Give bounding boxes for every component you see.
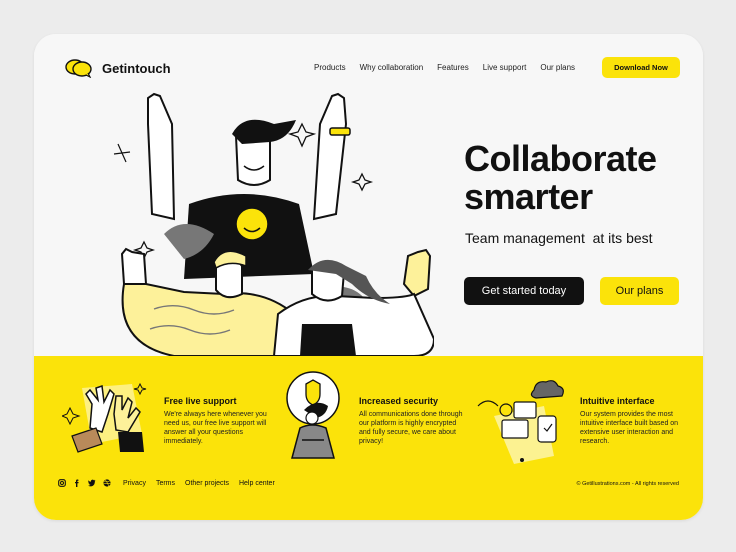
our-plans-button[interactable]: Our plans [600, 277, 679, 305]
dribbble-icon[interactable] [103, 479, 111, 487]
brand-name: Getintouch [102, 60, 171, 76]
nav-live-support[interactable]: Live support [483, 63, 527, 72]
hero-headline-line1: Collaborate [464, 138, 657, 179]
get-started-button[interactable]: Get started today [464, 277, 584, 305]
download-now-button[interactable]: Download Now [602, 57, 680, 78]
feature-live-support-description: We're always here whenever you need us, … [164, 411, 267, 445]
nav-why-collaboration[interactable]: Why collaboration [360, 63, 424, 72]
feature-interface-title: Intuitive interface [580, 396, 655, 406]
copyright-text: © Getillustrations.com - All rights rese… [576, 481, 679, 487]
footer-link-privacy[interactable]: Privacy [123, 480, 146, 487]
twitter-icon[interactable] [88, 479, 96, 487]
landing-page-card: Getintouch Products Why collaboration Fe… [34, 34, 703, 520]
nav-products[interactable]: Products [314, 63, 346, 72]
footer-links: Privacy Terms Other projects Help center [58, 479, 285, 487]
hero-headline: Collaborate smarter [464, 140, 657, 216]
feature-live-support-title: Free live support [164, 396, 237, 406]
feature-security-title: Increased security [359, 396, 439, 406]
facebook-icon[interactable] [73, 479, 81, 487]
nav-features[interactable]: Features [437, 63, 469, 72]
interface-illustration [477, 380, 564, 464]
feature-security-description: All communications done through our plat… [359, 411, 463, 445]
brand-logo[interactable]: Getintouch [64, 58, 171, 78]
team-celebration-illustration [113, 92, 434, 356]
footer-link-other-projects[interactable]: Other projects [185, 480, 229, 487]
nav-our-plans[interactable]: Our plans [540, 63, 575, 72]
feature-interface-description: Our system provides the most intuitive i… [580, 411, 679, 445]
footer-link-help-center[interactable]: Help center [239, 480, 275, 487]
main-nav: Products Why collaboration Features Live… [314, 63, 589, 72]
hero-headline-line2: smarter [464, 176, 593, 217]
footer-link-terms[interactable]: Terms [156, 480, 175, 487]
chat-bubbles-logo-icon [65, 59, 92, 78]
hero-subheadline: Team management at its best [465, 230, 653, 246]
features-band: Free live support We're always here when… [34, 356, 703, 520]
instagram-icon[interactable] [58, 479, 66, 487]
security-illustration [286, 371, 340, 459]
high-five-illustration [62, 382, 147, 453]
hero-section: Getintouch Products Why collaboration Fe… [34, 34, 703, 356]
